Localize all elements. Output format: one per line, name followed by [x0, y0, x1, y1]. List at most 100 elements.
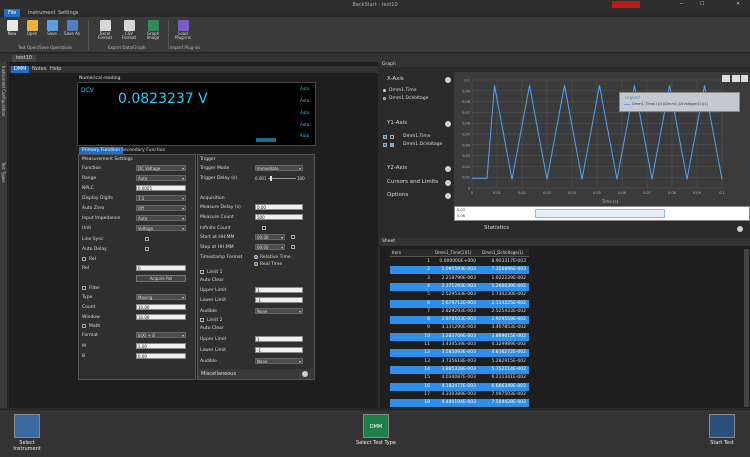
x-option-voltage-radio[interactable] [383, 97, 386, 100]
table-row[interactable]: 5 2.529533E-003 1.730230E-002 [390, 291, 529, 299]
table-row[interactable]: 1 0.000000E+000 8.903317E-003 [390, 258, 529, 266]
save-button[interactable]: Save [43, 20, 61, 36]
excel-format-button[interactable]: Excel Format [96, 20, 114, 40]
trigger-mode-select[interactable]: Immediate [255, 165, 303, 171]
statistics-section[interactable]: Statistics [456, 225, 746, 234]
open-button[interactable]: Open [23, 20, 41, 36]
function-select[interactable]: DC Voltage [136, 165, 186, 171]
table-row[interactable]: 4 2.371293E-003 1.260039E-002 [390, 282, 529, 291]
limit2-checkbox[interactable] [200, 318, 204, 322]
measure-delay-input[interactable]: 0.00 [255, 204, 303, 210]
save-as-button[interactable]: Save As [63, 20, 81, 36]
table-row[interactable]: 9 3.131290E-003 3.407853E-002 [390, 324, 529, 332]
rel-input[interactable]: 0 [136, 265, 186, 271]
maximize-icon[interactable]: ☐ [700, 1, 704, 7]
chart-reset-icon[interactable] [741, 75, 748, 82]
x-axis-section[interactable]: X-Axis [382, 76, 452, 85]
cursors-expand-icon[interactable] [445, 180, 451, 186]
tab-help[interactable]: Help [47, 66, 64, 73]
chart-zoom-icon[interactable] [722, 75, 730, 82]
y1-voltage-checkbox[interactable] [383, 143, 387, 147]
x-option-time-radio[interactable] [383, 89, 386, 92]
acquire-rel-button[interactable]: Acquire Rel [136, 275, 186, 282]
chart-pan-icon[interactable] [732, 75, 740, 82]
tab-primary-function[interactable]: Primary Function [79, 147, 123, 154]
options-section[interactable]: Options [382, 192, 452, 201]
math-checkbox[interactable] [82, 324, 86, 328]
range-slider-window[interactable] [535, 209, 665, 218]
table-row[interactable]: 10 3.283709E-003 3.869015E-002 [390, 332, 529, 341]
trigger-delay-slider-thumb[interactable] [270, 176, 272, 181]
y1-voltage-color[interactable] [390, 143, 394, 147]
document-tab[interactable]: test10 [12, 55, 36, 62]
tab-dmm[interactable]: DMM [11, 66, 30, 73]
select-instrument-button[interactable]: Select Instrument [5, 414, 49, 452]
measure-count-input[interactable]: 500 [255, 214, 303, 220]
table-row[interactable]: 6 2.679712E-003 2.114225E-002 [390, 299, 529, 308]
miscellaneous-expander[interactable]: Miscellaneous [198, 369, 314, 379]
limit2-upper-input[interactable]: 1 [255, 336, 303, 342]
sheet-scrollbar[interactable] [744, 249, 749, 407]
close-icon[interactable]: ✕ [736, 1, 740, 7]
unit-select[interactable]: Voltage [136, 225, 186, 231]
miscellaneous-expand-icon[interactable] [302, 371, 308, 377]
y1-time-checkbox[interactable] [383, 135, 387, 139]
trigger-delay-slider[interactable] [268, 178, 296, 179]
filter-checkbox[interactable] [82, 286, 86, 290]
math-format-select[interactable]: b(X) + B [136, 332, 186, 338]
table-row[interactable]: 15 4.034087E-003 6.211341E-002 [390, 374, 529, 382]
y1-axis-expand-icon[interactable] [445, 121, 451, 127]
math-b-input[interactable]: 0.00 [136, 353, 186, 359]
load-plugins-button[interactable]: Load Plug-ins [174, 20, 192, 40]
input-impedance-select[interactable]: Auto [136, 215, 186, 221]
infinite-count-checkbox[interactable] [262, 226, 266, 230]
filter-window-input[interactable]: 10.00 [136, 314, 186, 320]
y2-axis-section[interactable]: Y2-Axis [382, 165, 452, 174]
start-at-select[interactable]: 00:00 [255, 234, 285, 240]
table-row[interactable]: 11 3.434539E-003 4.329989E-002 [390, 341, 529, 349]
start-at-checkbox[interactable] [291, 235, 295, 239]
x-axis-expand-icon[interactable] [445, 77, 451, 83]
auto-delay-checkbox[interactable] [145, 247, 149, 251]
csv-format-button[interactable]: CSV Format [120, 20, 138, 40]
table-row[interactable]: 16 4.183477E-003 6.666349E-002 [390, 382, 529, 391]
limit2-audible-select[interactable]: None [255, 358, 303, 364]
nplc-input[interactable]: 0.0005 [136, 185, 186, 191]
table-row[interactable]: 8 2.978503E-003 2.929559E-002 [390, 316, 529, 325]
cursors-section[interactable]: Cursors and Limits [382, 179, 452, 188]
line-sync-checkbox[interactable] [145, 237, 149, 241]
side-tab-instrument-config[interactable]: Instrument Configuration [1, 66, 6, 116]
range-slider[interactable]: 0.03 0.06 [454, 206, 750, 221]
side-tab-test-types[interactable]: Test Types [1, 162, 6, 182]
table-row[interactable]: 2 1.095593E-003 7.356896E-003 [390, 266, 529, 275]
limit1-checkbox[interactable] [200, 270, 204, 274]
range-select[interactable]: Auto [136, 175, 186, 181]
start-test-button[interactable]: Start Test [698, 414, 746, 446]
y2-axis-expand-icon[interactable] [445, 166, 451, 172]
tab-secondary-function[interactable]: Secondary Function [118, 147, 168, 154]
filter-count-input[interactable]: 10.00 [136, 304, 186, 310]
display-digits-select[interactable]: 7.5 [136, 195, 186, 201]
options-expand-icon[interactable] [445, 193, 451, 199]
menu-settings[interactable]: Settings [54, 9, 83, 17]
table-row[interactable]: 7 2.829293E-003 2.525433E-002 [390, 308, 529, 316]
new-button[interactable]: New [3, 20, 21, 36]
stop-at-select[interactable]: 00:00 [255, 244, 285, 250]
y1-time-color[interactable] [390, 135, 394, 139]
limit1-lower-input[interactable]: -1 [255, 297, 303, 303]
y1-axis-section[interactable]: Y1-Axis [382, 120, 452, 129]
select-test-type-button[interactable]: DMM Select Test Type [348, 414, 404, 446]
table-row[interactable]: 13 3.735618E-003 5.282915E-002 [390, 358, 529, 366]
auto-zero-select[interactable]: Off [136, 205, 186, 211]
rel-checkbox[interactable] [82, 257, 86, 261]
statistics-expand-icon[interactable] [737, 226, 743, 232]
minimize-icon[interactable]: ─ [680, 1, 683, 7]
real-time-radio[interactable] [254, 262, 258, 266]
limit2-lower-input[interactable]: -1 [255, 347, 303, 353]
sheet-tab[interactable]: Sheet [382, 239, 395, 244]
relative-time-radio[interactable] [254, 255, 258, 259]
table-row[interactable]: 18 4.480194E-003 7.504428E-002 [390, 399, 529, 408]
table-row[interactable]: 12 3.585093E-003 4.816272E-002 [390, 349, 529, 358]
stop-at-checkbox[interactable] [291, 245, 295, 249]
table-row[interactable]: 3 2.218790E-003 1.022229E-002 [390, 275, 529, 283]
